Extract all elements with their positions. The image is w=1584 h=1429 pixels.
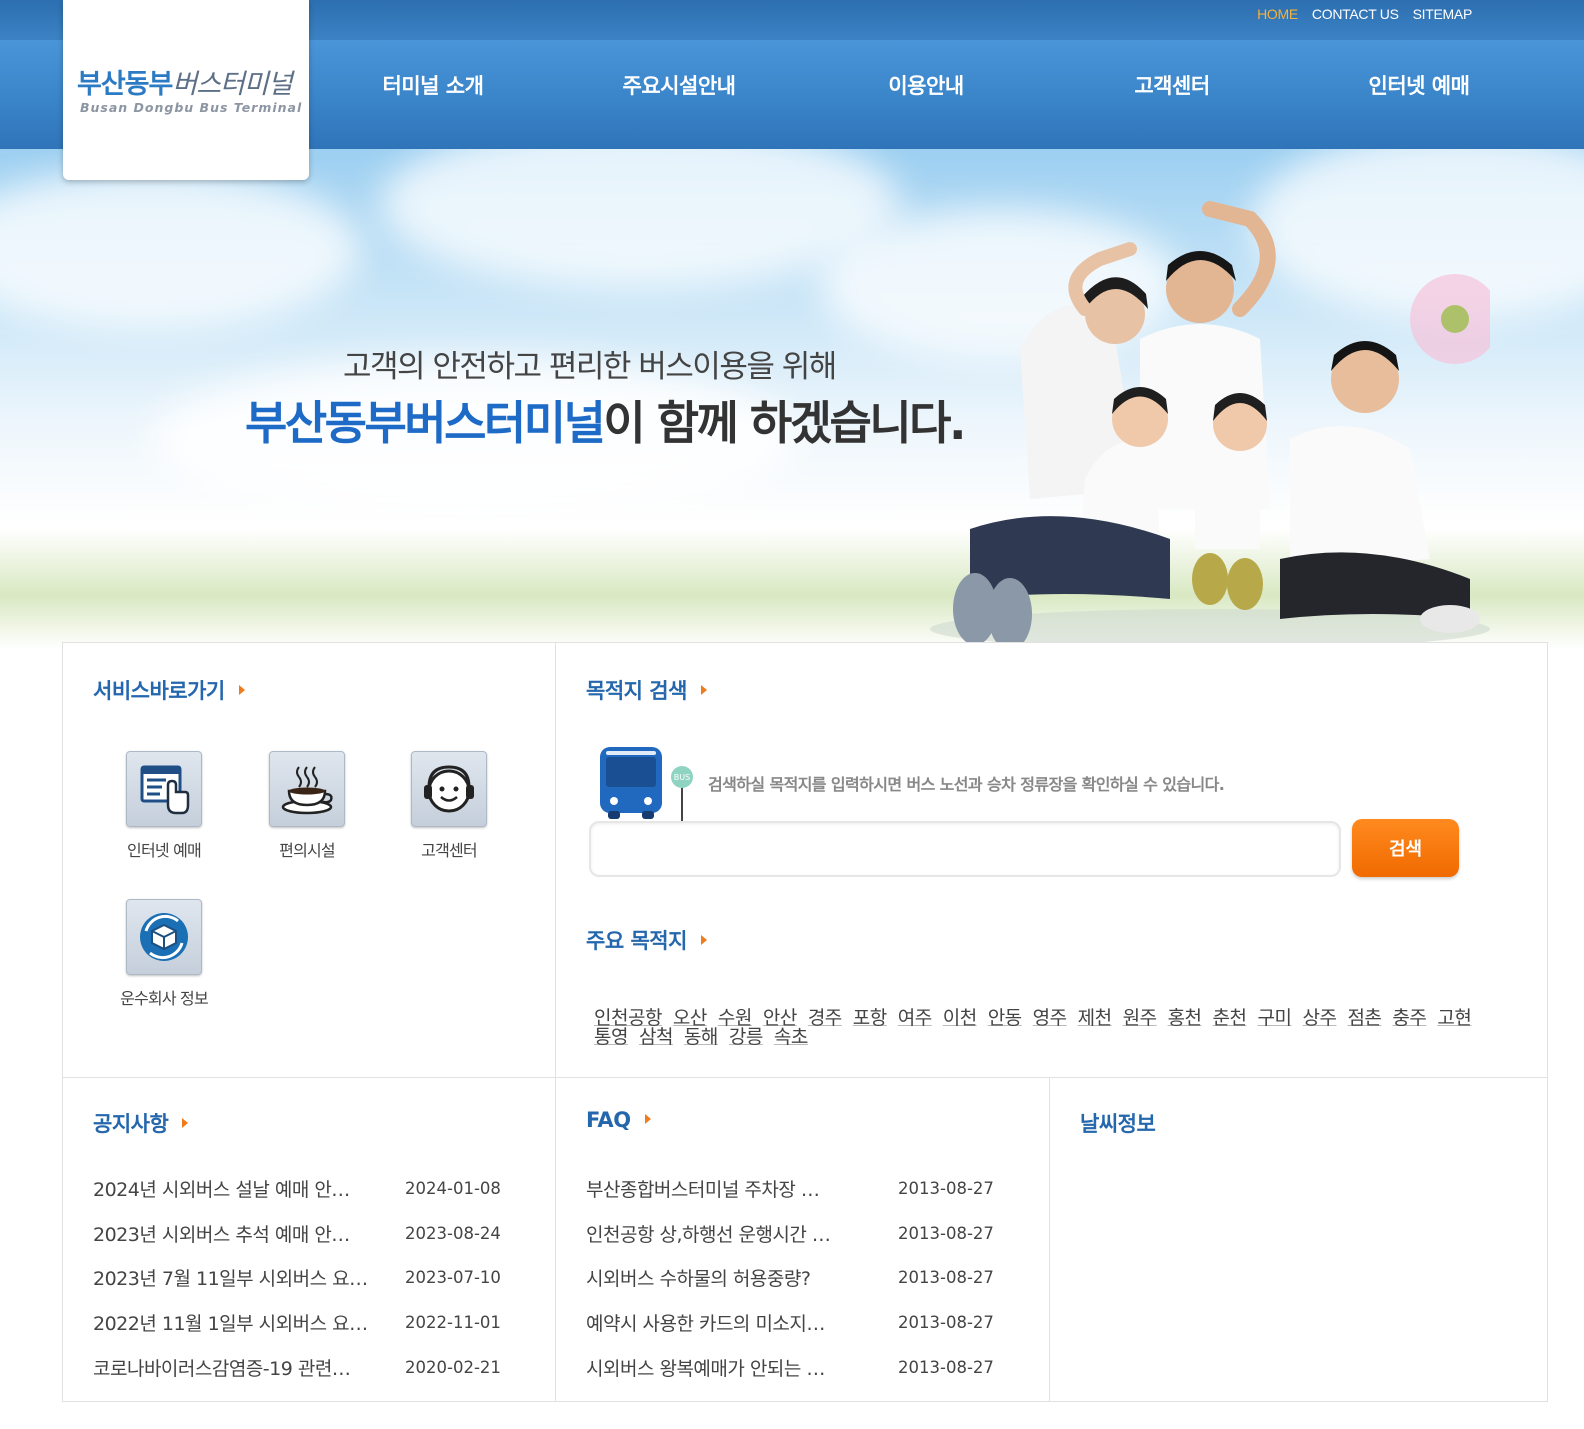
- bus-company-icon: [126, 899, 202, 975]
- online-booking-icon: [126, 751, 202, 827]
- destination-link[interactable]: 동해: [684, 1028, 718, 1047]
- destination-search-title[interactable]: 목적지 검색: [586, 675, 707, 705]
- services-title[interactable]: 서비스바로가기: [93, 675, 245, 705]
- faq-item[interactable]: 부산종합버스터미널 주차장 … 2013-08-27: [586, 1166, 994, 1211]
- destination-link[interactable]: 속초: [774, 1028, 808, 1047]
- destination-list: 인천공항 오산 수원 안산 경주 포항 여주 이천 안동 영주 제천 원주 홍천 춘천 구미 상주 점촌 충주 고현…: [594, 1009, 1494, 1047]
- arrow-right-icon: [700, 935, 707, 945]
- service-bus-company-info[interactable]: 운수회사 정보: [109, 899, 219, 1009]
- hero-banner: 고객의 안전하고 편리한 버스이용을 위해 부산동부버스터미널이 함께 하겠습니…: [0, 149, 1584, 649]
- destination-search-panel: 목적지 검색 BUS 검색하실 목적지를 입력하시면 버스 노선과 승차 정류장…: [555, 642, 1548, 1078]
- destination-link[interactable]: 춘천: [1213, 1009, 1247, 1028]
- faq-item[interactable]: 예약시 사용한 카드의 미소지… 2013-08-27: [586, 1300, 994, 1345]
- service-amenities[interactable]: 편의시설: [252, 751, 362, 861]
- nav-terminal-intro[interactable]: 터미널 소개: [383, 70, 484, 100]
- notice-item[interactable]: 2024년 시외버스 설날 예매 안… 2024-01-08: [93, 1166, 501, 1211]
- search-hint: 검색하실 목적지를 입력하시면 버스 노선과 승차 정류장을 확인하실 수 있습…: [708, 775, 1225, 794]
- destination-link[interactable]: 삼척: [639, 1028, 673, 1047]
- destination-link[interactable]: 강릉: [729, 1028, 763, 1047]
- bus-stop-icon: BUS: [600, 747, 693, 821]
- hero-subtitle: 고객의 안전하고 편리한 버스이용을 위해: [343, 349, 837, 385]
- nav-internet-booking[interactable]: 인터넷 예매: [1369, 70, 1470, 100]
- faq-item[interactable]: 시외버스 왕복예매가 안되는 … 2013-08-27: [586, 1345, 994, 1390]
- destination-link[interactable]: 구미: [1258, 1009, 1292, 1028]
- destination-link[interactable]: 이천: [943, 1009, 977, 1028]
- destination-link[interactable]: 홍천: [1168, 1009, 1202, 1028]
- destination-link[interactable]: 제천: [1078, 1009, 1112, 1028]
- notice-item[interactable]: 2023년 7월 11일부 시외버스 요… 2023-07-10: [93, 1255, 501, 1300]
- faq-panel: FAQ 부산종합버스터미널 주차장 … 2013-08-27 인천공항 상,하행선…: [555, 1077, 1050, 1402]
- home-link[interactable]: HOME: [1257, 6, 1298, 22]
- destination-link[interactable]: 고현: [1437, 1009, 1471, 1028]
- arrow-right-icon: [644, 1114, 651, 1124]
- coffee-cup-icon: [269, 751, 345, 827]
- notice-item[interactable]: 2023년 시외버스 추석 예매 안… 2023-08-24: [93, 1211, 501, 1256]
- destination-link[interactable]: 원주: [1123, 1009, 1157, 1028]
- arrow-right-icon: [700, 685, 707, 695]
- destination-link[interactable]: 충주: [1392, 1009, 1426, 1028]
- major-destinations-title[interactable]: 주요 목적지: [586, 925, 707, 955]
- svg-text:BUS: BUS: [674, 773, 690, 782]
- destination-link[interactable]: 영주: [1033, 1009, 1067, 1028]
- site-logo[interactable]: 부산동부버스터미널 Busan Dongbu Bus Terminal: [63, 0, 309, 180]
- headset-icon: [411, 751, 487, 827]
- arrow-right-icon: [238, 685, 245, 695]
- logo-korean: 부산동부버스터미널: [77, 69, 293, 100]
- service-label: 인터넷 예매: [127, 841, 202, 860]
- notice-list: 2024년 시외버스 설날 예매 안… 2024-01-08 2023년 시외버스…: [93, 1166, 501, 1389]
- contact-us-link[interactable]: CONTACT US: [1312, 6, 1399, 22]
- destination-link[interactable]: 통영: [594, 1028, 628, 1047]
- logo-english: Busan Dongbu Bus Terminal: [80, 100, 303, 115]
- notice-panel: 공지사항 2024년 시외버스 설날 예매 안… 2024-01-08 2023년…: [62, 1077, 556, 1402]
- services-panel: 서비스바로가기 인터넷 예매 편의시설 고객센터 운수회사 정보: [62, 642, 556, 1078]
- faq-item[interactable]: 시외버스 수하물의 허용중량? 2013-08-27: [586, 1255, 994, 1300]
- hero-title: 부산동부버스터미널이 함께 하겠습니다.: [245, 396, 966, 450]
- notice-item[interactable]: 코로나바이러스감염증-19 관련… 2020-02-21: [93, 1345, 501, 1390]
- sitemap-link[interactable]: SITEMAP: [1413, 6, 1473, 22]
- notice-title[interactable]: 공지사항: [93, 1108, 189, 1138]
- destination-link[interactable]: 점촌: [1347, 1009, 1381, 1028]
- nav-usage-guide[interactable]: 이용안내: [888, 70, 964, 100]
- utility-links: HOME CONTACT US SITEMAP: [1257, 6, 1472, 22]
- destination-link[interactable]: 포항: [853, 1009, 887, 1028]
- weather-title: 날씨정보: [1080, 1112, 1156, 1136]
- service-customer-center[interactable]: 고객센터: [394, 751, 504, 861]
- service-internet-booking[interactable]: 인터넷 예매: [109, 751, 219, 861]
- faq-title[interactable]: FAQ: [586, 1108, 651, 1132]
- service-label: 편의시설: [279, 841, 335, 860]
- faq-list: 부산종합버스터미널 주차장 … 2013-08-27 인천공항 상,하행선 운행시…: [586, 1166, 994, 1389]
- notice-item[interactable]: 2022년 11월 1일부 시외버스 요… 2022-11-01: [93, 1300, 501, 1345]
- service-label: 운수회사 정보: [120, 989, 209, 1008]
- weather-panel: 날씨정보: [1049, 1077, 1548, 1402]
- destination-link[interactable]: 상주: [1302, 1009, 1336, 1028]
- arrow-right-icon: [182, 1118, 189, 1128]
- destination-link[interactable]: 안동: [988, 1009, 1022, 1028]
- destination-search-input[interactable]: [589, 821, 1341, 877]
- search-button[interactable]: 검색: [1352, 819, 1459, 877]
- faq-item[interactable]: 인천공항 상,하행선 운행시간 … 2013-08-27: [586, 1211, 994, 1256]
- family-photo: [930, 201, 1490, 649]
- destination-link[interactable]: 여주: [898, 1009, 932, 1028]
- service-label: 고객센터: [421, 841, 477, 860]
- nav-customer-center[interactable]: 고객센터: [1134, 70, 1210, 100]
- nav-facilities[interactable]: 주요시설안내: [623, 70, 736, 100]
- destination-link[interactable]: 경주: [808, 1009, 842, 1028]
